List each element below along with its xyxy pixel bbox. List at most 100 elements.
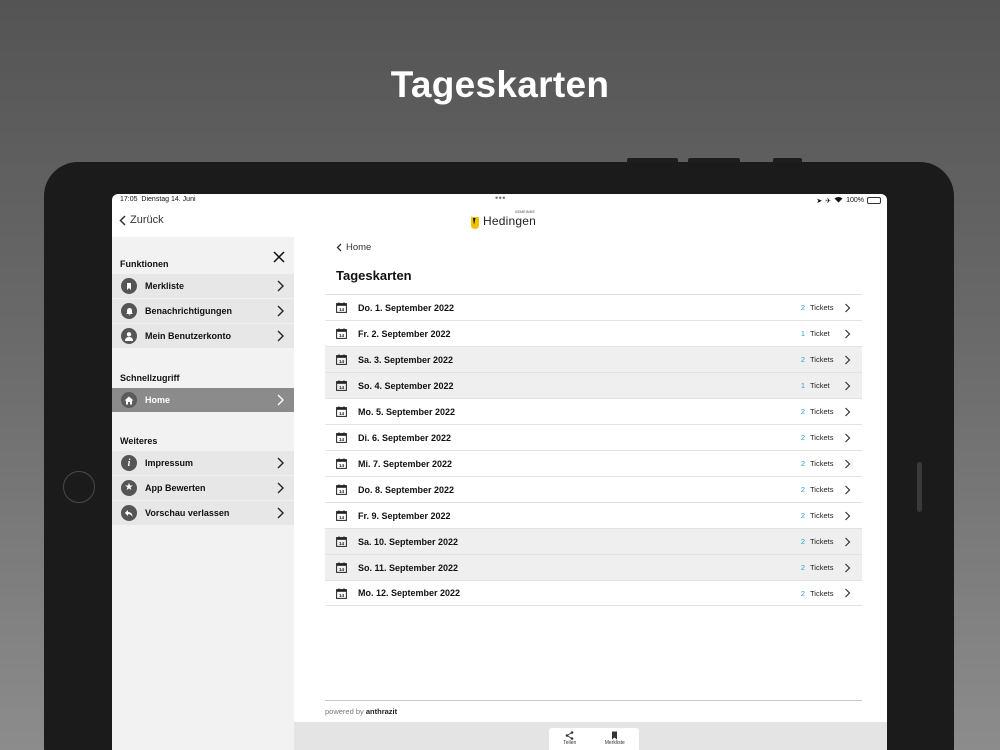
ticket-unit: Ticket [810,329,830,338]
table-row[interactable]: 14 Mo. 12. September 2022 2 Tickets [325,580,862,606]
ticket-count: 2 [800,303,805,312]
sidebar: Funktionen Merkliste Benachrichtigungen … [112,237,294,750]
sidebar-item-benutzerkonto[interactable]: Mein Benutzerkonto [112,324,294,348]
battery-icon [867,197,881,204]
bookmark-icon [612,731,618,740]
table-row[interactable]: 14 So. 11. September 2022 2 Tickets [325,554,862,580]
powered-by[interactable]: powered by anthrazit [325,707,397,716]
ticket-unit: Tickets [810,407,834,416]
status-bar: 17:05 Dienstag 14. Juni ••• ➤ ✈ 100% [112,194,887,207]
back-button[interactable]: Zurück [119,214,164,226]
table-row[interactable]: 14 Do. 1. September 2022 2 Tickets [325,294,862,320]
svg-text:14: 14 [339,489,345,494]
ticket-unit: Tickets [810,511,834,520]
svg-text:14: 14 [339,593,345,598]
svg-text:14: 14 [339,411,345,416]
ticket-count: 1 [800,329,805,338]
svg-text:14: 14 [339,541,345,546]
row-date: Mo. 5. September 2022 [358,406,456,417]
table-row[interactable]: 14 Fr. 2. September 2022 1 Ticket [325,320,862,346]
table-row[interactable]: 14 Do. 8. September 2022 2 Tickets [325,476,862,502]
toolbar-pill: Teilen Merkliste [549,728,639,750]
ticket-count: 2 [800,355,805,364]
location-icon: ➤ [816,197,823,205]
section-title-schnellzugriff: Schnellzugriff [120,373,180,383]
calendar-icon: 14 [336,432,347,443]
table-row[interactable]: 14 Mi. 7. September 2022 2 Tickets [325,450,862,476]
row-date: So. 11. September 2022 [358,562,459,573]
sidebar-item-merkliste[interactable]: Merkliste [112,274,294,298]
row-date: So. 4. September 2022 [358,380,454,391]
table-row[interactable]: 14 So. 4. September 2022 1 Ticket [325,372,862,398]
side-handle [917,462,922,512]
ticket-unit: Tickets [810,563,834,572]
multitask-dots[interactable]: ••• [495,194,506,203]
share-button[interactable]: Teilen [563,731,576,750]
row-date: Sa. 10. September 2022 [358,536,459,547]
svg-text:14: 14 [339,567,345,572]
footer-divider [325,700,862,701]
info-icon: i [121,455,137,471]
sidebar-item-impressum[interactable]: i Impressum [112,451,294,475]
user-icon [121,328,137,344]
ticket-count: 2 [800,563,805,572]
home-icon [121,392,137,408]
section-title-weiteres: Weiteres [120,436,158,446]
promo-title: Tageskarten [390,64,610,105]
close-icon[interactable] [271,249,287,265]
ticket-count: 2 [800,459,805,468]
section-title-funktionen: Funktionen [120,259,169,269]
logo-mark-icon [471,217,479,229]
ticket-count: 2 [800,407,805,416]
table-row[interactable]: 14 Mo. 5. September 2022 2 Tickets [325,398,862,424]
calendar-icon: 14 [336,458,347,469]
chevron-right-icon [845,563,851,572]
ticket-unit: Ticket [810,381,830,390]
calendar-icon: 14 [336,587,347,599]
table-row[interactable]: 14 Fr. 9. September 2022 2 Tickets [325,502,862,528]
chevron-right-icon [277,482,284,494]
chevron-right-icon [277,305,284,317]
ticket-count: 1 [800,381,805,390]
sidebar-item-home[interactable]: Home [112,388,294,412]
row-date: Do. 1. September 2022 [358,302,455,313]
row-date: Mo. 12. September 2022 [358,588,461,598]
ticket-unit: Tickets [810,433,834,442]
sidebar-item-app-bewerten[interactable]: ★ App Bewerten [112,476,294,500]
row-date: Di. 6. September 2022 [358,432,452,443]
main-content: Home Tageskarten 14 Do. 1. September 2022… [294,237,887,750]
chevron-left-icon [336,243,342,252]
bottom-toolbar: Teilen Merkliste [294,722,887,750]
sidebar-item-benachrichtigungen[interactable]: Benachrichtigungen [112,299,294,323]
status-time: 17:05 Dienstag 14. Juni [120,196,196,203]
chevron-right-icon [845,329,851,338]
chevron-right-icon [845,511,851,520]
table-row[interactable]: 14 Sa. 3. September 2022 2 Tickets [325,346,862,372]
top-navbar: Zurück GEMEINDE Hedingen [112,207,887,237]
calendar-icon: 14 [336,562,347,573]
ticket-count: 2 [800,588,805,598]
calendar-icon: 14 [336,406,347,417]
bookmark-button[interactable]: Merkliste [605,731,625,750]
table-row[interactable]: 14 Sa. 10. September 2022 2 Tickets [325,528,862,554]
battery-percent: 100% [846,197,864,204]
sidebar-item-vorschau-verlassen[interactable]: Vorschau verlassen [112,501,294,525]
ticket-count: 2 [800,537,805,546]
ticket-count: 2 [800,433,805,442]
breadcrumb-home[interactable]: Home [336,242,371,253]
chevron-right-icon [277,280,284,292]
page-title: Tageskarten [336,268,412,283]
svg-text:14: 14 [339,463,345,468]
municipality-logo: GEMEINDE Hedingen [470,210,536,230]
ticket-unit: Tickets [810,303,834,312]
status-indicators: ➤ ✈ 100% [816,196,881,205]
chevron-right-icon [277,394,284,406]
airplane-icon: ✈ [825,197,832,205]
bell-icon [121,303,137,319]
ticket-unit: Tickets [810,588,834,598]
calendar-icon: 14 [336,354,347,365]
svg-text:14: 14 [339,437,345,442]
ticket-day-list: 14 Do. 1. September 2022 2 Tickets 14 Fr. 2. … [325,294,862,606]
table-row[interactable]: 14 Di. 6. September 2022 2 Tickets [325,424,862,450]
row-date: Mi. 7. September 2022 [358,458,453,469]
